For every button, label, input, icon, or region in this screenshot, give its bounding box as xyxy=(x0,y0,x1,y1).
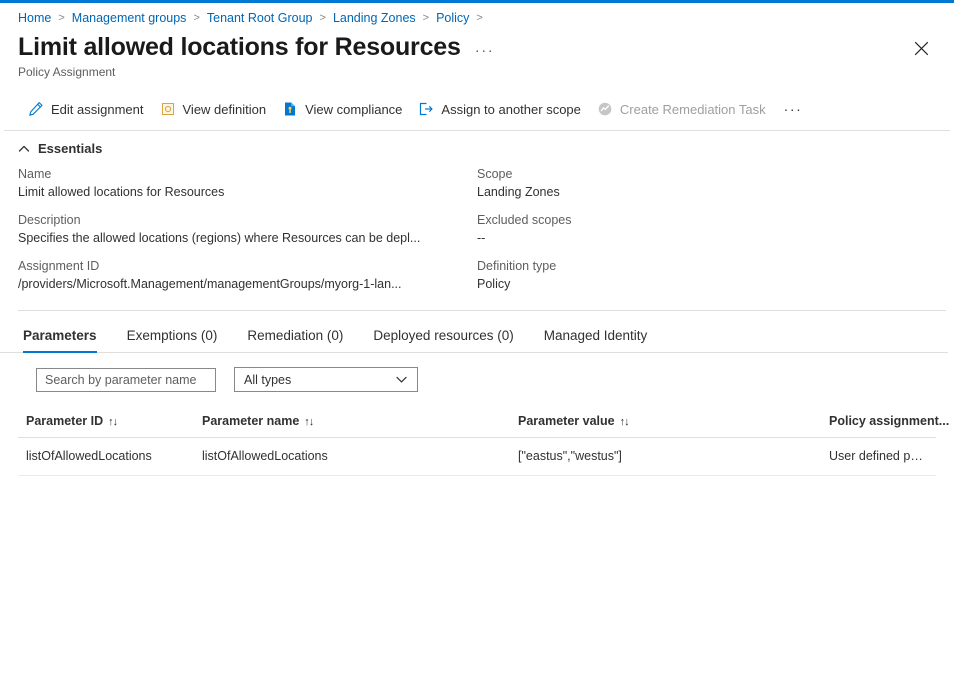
essentials-toggle[interactable]: Essentials xyxy=(0,131,120,156)
breadcrumb: Home > Management groups > Tenant Root G… xyxy=(0,3,954,27)
essentials-right-column: Scope Landing Zones Excluded scopes -- D… xyxy=(477,166,936,304)
sort-icon: ↑↓ xyxy=(619,416,630,428)
column-header-parameter-value[interactable]: Parameter value ↑↓ xyxy=(510,410,821,438)
tab-bar: Parameters Exemptions (0) Remediation (0… xyxy=(0,320,948,353)
breadcrumb-item-home[interactable]: Home xyxy=(18,9,51,27)
breadcrumb-separator: > xyxy=(476,12,483,24)
create-remediation-task-label: Create Remediation Task xyxy=(619,101,766,117)
column-header-label: Parameter ID xyxy=(26,414,104,428)
essentials-key: Name xyxy=(18,167,52,181)
page-subtitle: Policy Assignment xyxy=(18,65,116,79)
essentials-label: Essentials xyxy=(38,141,103,156)
essentials-value: Specifies the allowed locations (regions… xyxy=(18,231,421,245)
essentials-key: Assignment ID xyxy=(18,259,100,273)
chevron-down-icon xyxy=(396,376,407,383)
essentials-value: /providers/Microsoft.Management/manageme… xyxy=(18,277,402,291)
pencil-icon xyxy=(28,101,44,117)
view-definition-label: View definition xyxy=(182,101,267,117)
column-header-label: Parameter value xyxy=(518,414,615,428)
breadcrumb-separator: > xyxy=(58,12,65,24)
compliance-document-icon xyxy=(282,101,298,117)
essentials-item-assignment-id: Assignment ID /providers/Microsoft.Manag… xyxy=(18,258,477,293)
essentials-left-column: Name Limit allowed locations for Resourc… xyxy=(18,166,477,304)
parameters-table: Parameter ID ↑↓ Parameter name ↑↓ Paramete… xyxy=(18,410,949,476)
column-header-parameter-id[interactable]: Parameter ID ↑↓ xyxy=(18,410,194,438)
essentials-value: Policy xyxy=(477,277,511,291)
breadcrumb-item-landing-zones[interactable]: Landing Zones xyxy=(333,9,416,27)
view-compliance-button[interactable]: View compliance xyxy=(276,98,412,120)
page-title: Limit allowed locations for Resources xyxy=(18,33,461,61)
assign-to-another-scope-button[interactable]: Assign to another scope xyxy=(412,98,590,120)
parameters-table-container: Parameter ID ↑↓ Parameter name ↑↓ Paramete… xyxy=(0,410,954,476)
essentials-value: Landing Zones xyxy=(477,185,560,199)
edit-assignment-label: Edit assignment xyxy=(51,101,144,117)
table-header-row: Parameter ID ↑↓ Parameter name ↑↓ Paramete… xyxy=(18,410,949,438)
tab-deployed-resources[interactable]: Deployed resources (0) xyxy=(361,320,525,352)
cell-policy-assignment: User defined parameter xyxy=(821,437,936,476)
close-icon xyxy=(914,41,928,55)
type-filter-dropdown[interactable]: All types xyxy=(234,367,418,392)
table-row[interactable]: listOfAllowedLocations listOfAllowedLoca… xyxy=(18,437,936,476)
essentials-value: -- xyxy=(477,231,486,245)
breadcrumb-separator: > xyxy=(319,12,326,24)
sort-icon: ↑↓ xyxy=(108,416,118,428)
close-button[interactable] xyxy=(908,35,934,61)
view-compliance-label: View compliance xyxy=(305,101,403,117)
assign-to-another-scope-label: Assign to another scope xyxy=(441,101,581,117)
cell-parameter-name: listOfAllowedLocations xyxy=(194,437,510,476)
search-input[interactable] xyxy=(36,367,216,392)
edit-assignment-button[interactable]: Edit assignment xyxy=(22,98,154,120)
essentials-key: Description xyxy=(18,213,81,227)
column-header-label: Parameter name xyxy=(202,414,300,428)
title-more-button[interactable]: ··· xyxy=(475,42,495,59)
essentials-key: Excluded scopes xyxy=(477,213,572,227)
cell-parameter-value: ["eastus","westus"] xyxy=(510,437,821,476)
view-definition-button[interactable]: View definition xyxy=(154,98,277,120)
sort-icon: ↑↓ xyxy=(304,416,314,428)
command-bar: Edit assignment View definition View com… xyxy=(4,86,950,131)
essentials-key: Scope xyxy=(477,167,513,181)
column-header-label: Policy assignment... xyxy=(829,414,950,428)
essentials-divider xyxy=(18,310,946,311)
remediation-chart-icon xyxy=(597,101,613,117)
essentials-item-excluded-scopes: Excluded scopes -- xyxy=(477,212,936,247)
breadcrumb-item-management-groups[interactable]: Management groups xyxy=(72,9,187,27)
create-remediation-task-button[interactable]: Create Remediation Task xyxy=(591,98,776,120)
breadcrumb-separator: > xyxy=(193,12,200,24)
tab-parameters[interactable]: Parameters xyxy=(18,320,109,353)
command-bar-more-button[interactable]: ··· xyxy=(776,98,811,120)
title-row: Limit allowed locations for Resources ··… xyxy=(0,27,954,63)
essentials-item-name: Name Limit allowed locations for Resourc… xyxy=(18,166,477,201)
type-filter-value: All types xyxy=(244,372,292,387)
essentials-item-scope: Scope Landing Zones xyxy=(477,166,936,201)
assign-scope-icon xyxy=(418,101,434,117)
column-header-policy-assignment[interactable]: Policy assignment...↑↓ xyxy=(821,410,949,438)
breadcrumb-item-tenant-root-group[interactable]: Tenant Root Group xyxy=(207,9,313,27)
chevron-up-icon xyxy=(18,145,30,152)
tab-exemptions[interactable]: Exemptions (0) xyxy=(115,320,230,352)
policy-definition-icon xyxy=(160,101,176,117)
column-header-parameter-name[interactable]: Parameter name ↑↓ xyxy=(194,410,510,438)
cell-parameter-id: listOfAllowedLocations xyxy=(18,437,194,476)
essentials-grid: Name Limit allowed locations for Resourc… xyxy=(0,156,954,304)
breadcrumb-item-policy[interactable]: Policy xyxy=(436,9,469,27)
essentials-key: Definition type xyxy=(477,259,557,273)
filter-bar: All types xyxy=(0,353,954,392)
tab-remediation[interactable]: Remediation (0) xyxy=(235,320,355,352)
essentials-item-definition-type: Definition type Policy xyxy=(477,258,936,293)
essentials-value: Limit allowed locations for Resources xyxy=(18,185,225,199)
breadcrumb-separator: > xyxy=(422,12,430,24)
essentials-item-description: Description Specifies the allowed locati… xyxy=(18,212,477,247)
tab-managed-identity[interactable]: Managed Identity xyxy=(532,320,660,352)
